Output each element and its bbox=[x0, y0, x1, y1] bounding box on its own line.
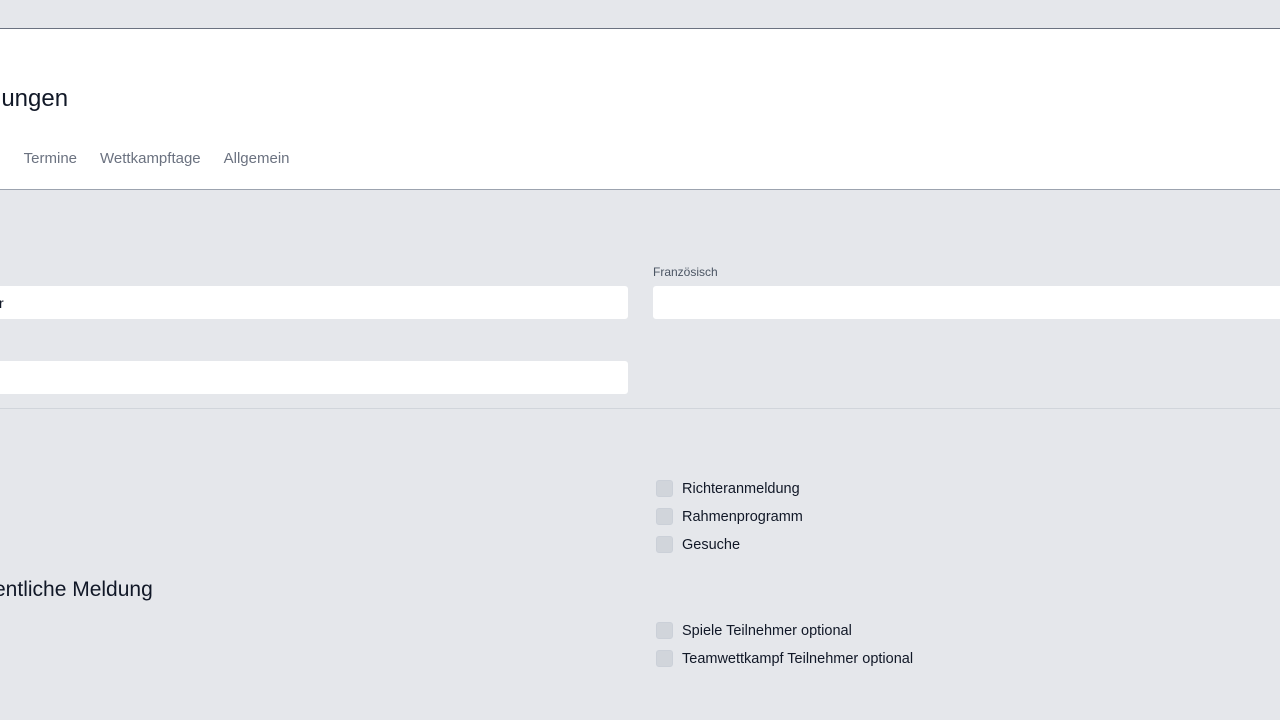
option-rahmenprogramm[interactable]: Rahmenprogramm bbox=[656, 508, 803, 525]
secondary-input[interactable] bbox=[0, 360, 629, 395]
gesuche-checkbox[interactable] bbox=[656, 536, 673, 553]
teamwettkampf-teilnehmer-optional-checkbox[interactable] bbox=[656, 650, 673, 667]
french-input[interactable] bbox=[652, 285, 1280, 320]
tab-allgemein[interactable]: Allgemein bbox=[224, 150, 290, 167]
section-divider bbox=[0, 408, 1280, 409]
checkbox-label: Teamwettkampf Teilnehmer optional bbox=[682, 650, 914, 667]
option-spiele-teilnehmer-optional[interactable]: Spiele Teilnehmer optional bbox=[656, 622, 852, 639]
option-gesuche[interactable]: Gesuche bbox=[656, 536, 740, 553]
french-label: Französisch bbox=[653, 265, 718, 279]
tab-termine[interactable]: Termine bbox=[24, 150, 77, 167]
checkbox-label: Rahmenprogramm bbox=[682, 508, 803, 525]
checkbox-label: Gesuche bbox=[682, 536, 741, 553]
tab-wettkampftage[interactable]: Wettkampftage bbox=[100, 150, 201, 167]
top-bar bbox=[0, 0, 1280, 29]
page-title: lungen bbox=[0, 85, 69, 112]
tab-detail[interactable]: il bbox=[0, 150, 1, 167]
option-richteranmeldung[interactable]: Richteranmeldung bbox=[656, 480, 800, 497]
page-header: lungen il Termine Wettkampftage Allgemei… bbox=[0, 29, 1280, 190]
tab-bar: il Termine Wettkampftage Allgemein bbox=[0, 150, 290, 167]
spiele-teilnehmer-optional-checkbox[interactable] bbox=[656, 622, 673, 639]
checkbox-label: Spiele Teilnehmer optional bbox=[682, 622, 852, 639]
rahmenprogramm-checkbox[interactable] bbox=[656, 508, 673, 525]
name-input[interactable] bbox=[0, 285, 629, 320]
section-heading: entliche Meldung bbox=[0, 578, 153, 601]
checkbox-label: Richteranmeldung bbox=[682, 480, 800, 497]
richteranmeldung-checkbox[interactable] bbox=[656, 480, 673, 497]
option-teamwettkampf-teilnehmer-optional[interactable]: Teamwettkampf Teilnehmer optional bbox=[656, 650, 913, 667]
